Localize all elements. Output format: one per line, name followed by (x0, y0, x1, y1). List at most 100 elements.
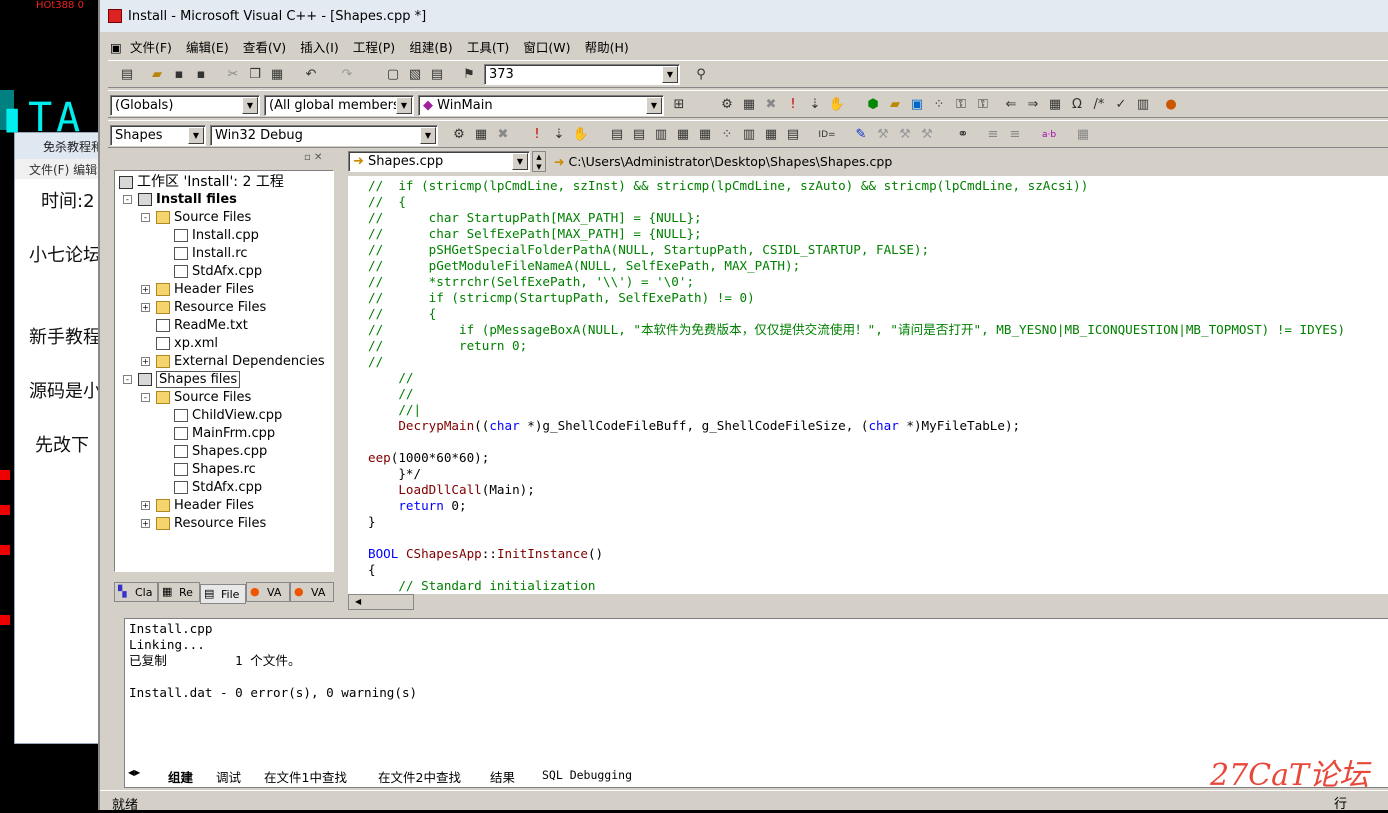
tab-va-2[interactable]: ● VA (290, 582, 334, 602)
collapse-icon[interactable]: - (141, 393, 150, 402)
tree-item[interactable]: StdAfx.cpp (174, 263, 262, 281)
function-combo[interactable]: ◆ WinMain ▼ (418, 95, 664, 116)
copy-icon[interactable]: ❐ (246, 67, 264, 83)
compile-icon[interactable]: ⚙ (450, 127, 468, 143)
tab-find1[interactable]: 在文件1中查找 (264, 767, 347, 786)
pane-close-icon[interactable]: ▫ ✕ (304, 152, 322, 163)
breakpoint-hand-icon[interactable]: ✋ (828, 97, 846, 113)
va-tool-2-icon[interactable]: ▰ (886, 97, 904, 113)
find-icon[interactable]: ⚲ (692, 67, 710, 83)
chevron-down-icon[interactable]: ▼ (512, 153, 528, 170)
chevron-down-icon[interactable]: ▼ (662, 66, 678, 83)
build-icon[interactable]: ▦ (472, 127, 490, 143)
spin-button[interactable]: ▲ ▼ (532, 151, 546, 172)
output-pane[interactable]: Install.cpp Linking... 已复制 1 个文件。 Instal… (124, 618, 1388, 788)
tab-sql-debugging[interactable]: SQL Debugging (542, 768, 632, 782)
windows-list-icon[interactable]: ▤ (428, 67, 446, 83)
config-combo[interactable]: Win32 Debug ▼ (210, 125, 438, 146)
tab-build[interactable]: 组建 (168, 767, 193, 786)
pen-icon[interactable]: ✎ (852, 127, 870, 143)
tree-item[interactable]: - Source Files (141, 209, 251, 227)
tree-item[interactable]: Install.cpp (174, 227, 259, 245)
tool-d-icon[interactable]: ▦ (1074, 127, 1092, 143)
tree-item[interactable]: ReadMe.txt (156, 317, 248, 335)
expand-icon[interactable]: + (141, 519, 150, 528)
tree-item[interactable]: - Install files (123, 191, 237, 209)
find-in-files-icon[interactable]: ⚑ (460, 67, 478, 83)
collapse-icon[interactable]: - (141, 213, 150, 222)
workspace-icon[interactable]: ▢ (384, 67, 402, 83)
stop-build-icon[interactable]: ✖ (494, 127, 512, 143)
horizontal-scrollbar[interactable]: ◀ (348, 594, 414, 610)
va-tool-8-icon[interactable]: Ω (1068, 97, 1086, 113)
edit-tool-8-icon[interactable]: ▦ (762, 127, 780, 143)
cut-icon[interactable]: ✂ (224, 67, 242, 83)
expand-icon[interactable]: + (141, 357, 150, 366)
workspace-tree[interactable]: 工作区 'Install': 2 工程 - Install files - Sourc… (114, 170, 334, 572)
tab-scroll-left-icon[interactable]: ◀▶ (128, 768, 140, 777)
chevron-down-icon[interactable]: ▼ (242, 97, 258, 114)
menu-view[interactable]: 查看(V) (243, 34, 286, 59)
va-tomato-icon[interactable]: ● (1162, 97, 1180, 113)
compile-icon[interactable]: ⚙ (718, 97, 736, 113)
open-file-combo[interactable]: ➜ Shapes.cpp ▼ (348, 151, 530, 172)
menu-build[interactable]: 组建(B) (409, 34, 452, 59)
menu-file[interactable]: 文件(F) (130, 34, 172, 59)
stop-build-icon[interactable]: ✖ (762, 97, 780, 113)
back-arrow-icon[interactable]: ⇐ (1002, 97, 1020, 113)
edit-tool-6-icon[interactable]: ⁘ (718, 127, 736, 143)
tool-b-icon[interactable]: ⚒ (896, 127, 914, 143)
tree-item[interactable]: + External Dependencies (141, 353, 325, 371)
edit-tool-1-icon[interactable]: ▤ (608, 127, 626, 143)
go-icon[interactable]: ⇣ (550, 127, 568, 143)
va-tool-1-icon[interactable]: ⬢ (864, 97, 882, 113)
undo-icon[interactable]: ↶ (302, 67, 320, 83)
tab-classview[interactable]: ▚ Cla (114, 582, 158, 602)
chevron-down-icon[interactable]: ▼ (646, 97, 662, 114)
expand-icon[interactable]: + (141, 285, 150, 294)
wizard-action-icon[interactable]: ⊞ (670, 97, 688, 113)
class-combo[interactable]: (Globals) ▼ (110, 95, 260, 116)
tree-item[interactable]: Install.rc (174, 245, 247, 263)
project-combo[interactable]: Shapes ▼ (110, 125, 206, 146)
tree-item[interactable]: MainFrm.cpp (174, 425, 275, 443)
save-all-icon[interactable]: ▪ (192, 67, 210, 83)
execute-icon[interactable]: ! (784, 97, 802, 113)
members-combo[interactable]: (All global members ▼ (264, 95, 414, 116)
menu-project[interactable]: 工程(P) (353, 34, 395, 59)
outdent-icon[interactable]: ≡ (1006, 127, 1024, 143)
tree-item[interactable]: Shapes.cpp (174, 443, 267, 461)
tree-item[interactable]: - Source Files (141, 389, 251, 407)
open-folder-icon[interactable]: ▰ (148, 67, 166, 83)
menu-help[interactable]: 帮助(H) (585, 34, 629, 59)
va-tool-3-icon[interactable]: ▣ (908, 97, 926, 113)
va-tool-7-icon[interactable]: ▦ (1046, 97, 1064, 113)
menu-edit[interactable]: 编辑(E) (186, 34, 229, 59)
chevron-down-icon[interactable]: ▼ (420, 127, 436, 144)
chevron-down-icon[interactable]: ▼ (396, 97, 412, 114)
build-icon[interactable]: ▦ (740, 97, 758, 113)
forward-arrow-icon[interactable]: ⇒ (1024, 97, 1042, 113)
tree-item[interactable]: + Resource Files (141, 299, 266, 317)
tool-c-icon[interactable]: ⚒ (918, 127, 936, 143)
paste-icon[interactable]: ▦ (268, 67, 286, 83)
tab-va-1[interactable]: ● VA (246, 582, 290, 602)
tree-item[interactable]: StdAfx.cpp (174, 479, 262, 497)
scroll-left-icon[interactable]: ◀ (355, 597, 361, 606)
collapse-icon[interactable]: - (123, 195, 132, 204)
code-editor[interactable]: // if (stricmp(lpCmdLine, szInst) && str… (348, 176, 1388, 594)
edit-tool-5-icon[interactable]: ▦ (696, 127, 714, 143)
id-icon[interactable]: ID= (818, 127, 836, 143)
va-tool-9-icon[interactable]: ▥ (1134, 97, 1152, 113)
chevron-down-icon[interactable]: ▼ (188, 127, 204, 144)
indent-icon[interactable]: ≡ (984, 127, 1002, 143)
tab-debug[interactable]: 调试 (216, 767, 241, 786)
redo-icon[interactable]: ↷ (338, 67, 356, 83)
edit-tool-9-icon[interactable]: ▤ (784, 127, 802, 143)
save-icon[interactable]: ▪ (170, 67, 188, 83)
tool-a-icon[interactable]: ⚒ (874, 127, 892, 143)
va-tool-5-icon[interactable]: ⚿ (952, 97, 970, 113)
collapse-icon[interactable]: - (123, 375, 132, 384)
expand-icon[interactable]: + (141, 303, 150, 312)
menu-window[interactable]: 窗口(W) (523, 34, 570, 59)
